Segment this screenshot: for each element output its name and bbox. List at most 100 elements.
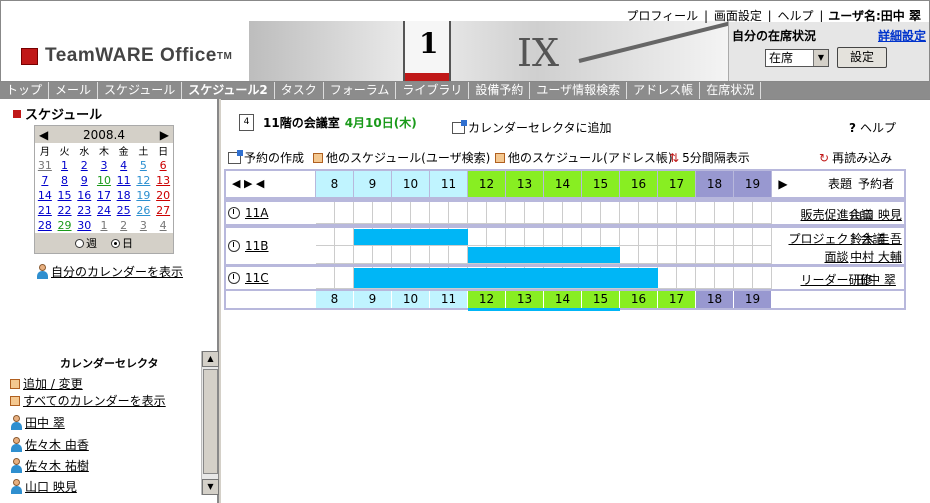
time-slot[interactable] (753, 202, 772, 224)
help-link[interactable]: ヘルプ (778, 9, 814, 23)
room-name-link[interactable]: 11B (228, 228, 269, 264)
time-slot[interactable] (753, 267, 772, 289)
selector-show-all-text[interactable]: すべてのカレンダーを表示 (23, 392, 166, 409)
time-slot[interactable] (715, 267, 734, 289)
menu-address-book[interactable]: アドレス帳 (627, 82, 701, 99)
next-month-icon[interactable]: ▶ (160, 128, 169, 142)
calendar-day[interactable]: 3 (94, 158, 114, 173)
menu-schedule[interactable]: スケジュール (98, 82, 183, 99)
booking-bar[interactable] (354, 229, 468, 245)
calendar-day[interactable]: 26 (134, 203, 154, 218)
time-slot[interactable] (335, 246, 354, 264)
time-slot[interactable] (753, 246, 772, 264)
calendar-day[interactable]: 1 (94, 218, 114, 233)
selector-user[interactable]: 山口 映見 (10, 478, 77, 495)
booking-bar[interactable] (354, 268, 658, 288)
event-booker-link[interactable]: 田中 翠 (848, 271, 904, 288)
time-slot[interactable] (506, 202, 525, 224)
time-slot[interactable] (658, 267, 677, 289)
screen-settings-link[interactable]: 画面設定 (714, 9, 762, 23)
calendar-day[interactable]: 8 (55, 173, 75, 188)
time-slot[interactable] (696, 202, 715, 224)
time-slot[interactable] (449, 246, 468, 264)
time-slot[interactable] (601, 228, 620, 246)
calendar-day[interactable]: 21 (35, 203, 55, 218)
time-slot[interactable] (734, 267, 753, 289)
five-minute-view-link[interactable]: ⇅ 5分間隔表示 (669, 149, 750, 166)
calendar-day[interactable]: 25 (114, 203, 134, 218)
calendar-day[interactable]: 4 (153, 218, 173, 233)
time-slot[interactable] (373, 246, 392, 264)
time-slot[interactable] (620, 246, 639, 264)
calendar-day[interactable]: 1 (55, 158, 75, 173)
calendar-day[interactable]: 4 (114, 158, 134, 173)
time-slot[interactable] (734, 228, 753, 246)
time-slot[interactable] (525, 202, 544, 224)
selector-user[interactable]: 佐々木 由香 (10, 436, 89, 453)
time-slot[interactable] (658, 246, 677, 264)
time-slot[interactable] (487, 228, 506, 246)
time-slot[interactable] (392, 246, 411, 264)
time-slot[interactable] (487, 202, 506, 224)
time-slot[interactable] (316, 267, 335, 289)
reload-button[interactable]: ↻ 再読み込み (819, 149, 892, 166)
menu-user-search[interactable]: ユーザ情報検索 (530, 82, 628, 99)
other-schedule-user-link[interactable]: 他のスケジュール(ユーザ検索) (313, 149, 490, 166)
time-slot[interactable] (335, 228, 354, 246)
time-slot[interactable] (354, 202, 373, 224)
selector-user[interactable]: 田中 翠 (10, 414, 65, 431)
selector-add-link[interactable]: 追加 / 変更 (10, 375, 83, 392)
time-slot[interactable] (715, 228, 734, 246)
booking-bar[interactable] (468, 247, 620, 263)
week-view-radio[interactable]: 週 (75, 235, 97, 251)
time-slot[interactable] (639, 228, 658, 246)
scroll-down-icon[interactable]: ▼ (202, 479, 219, 495)
time-slot[interactable] (468, 228, 487, 246)
other-schedule-user-text[interactable]: 他のスケジュール(ユーザ検索) (326, 149, 490, 166)
scroll-thumb[interactable] (203, 369, 218, 474)
time-slot[interactable] (715, 202, 734, 224)
time-slot[interactable] (373, 202, 392, 224)
scroll-up-icon[interactable]: ▲ (202, 351, 219, 367)
time-slot[interactable] (544, 202, 563, 224)
time-slot[interactable] (335, 202, 354, 224)
calendar-day[interactable]: 9 (74, 173, 94, 188)
time-slot[interactable] (525, 228, 544, 246)
time-slot[interactable] (582, 228, 601, 246)
calendar-day[interactable]: 23 (74, 203, 94, 218)
selector-user-name[interactable]: 田中 翠 (25, 414, 65, 431)
time-slot[interactable] (677, 228, 696, 246)
time-slot[interactable] (658, 202, 677, 224)
selector-add-text[interactable]: 追加 / 変更 (23, 375, 83, 392)
menu-schedule2[interactable]: スケジュール2 (182, 82, 275, 99)
event-booker-link[interactable]: 鈴木 圭吾 (848, 230, 904, 247)
time-slot[interactable] (392, 202, 411, 224)
time-slot[interactable] (316, 228, 335, 246)
time-slot[interactable] (601, 202, 620, 224)
calendar-day[interactable]: 13 (153, 173, 173, 188)
time-slot[interactable] (430, 246, 449, 264)
time-slot[interactable] (354, 246, 373, 264)
menu-facility[interactable]: 設備予約 (469, 82, 531, 99)
calendar-day[interactable]: 2 (74, 158, 94, 173)
calendar-day[interactable]: 3 (134, 218, 154, 233)
calendar-day[interactable]: 6 (153, 158, 173, 173)
time-slot[interactable] (316, 246, 335, 264)
prev-month-icon[interactable]: ◀ (39, 128, 48, 142)
selector-scrollbar[interactable]: ▲ ▼ (201, 351, 219, 495)
time-slot[interactable] (696, 267, 715, 289)
menu-presence[interactable]: 在席状況 (700, 82, 762, 99)
menu-library[interactable]: ライブラリ (396, 82, 470, 99)
create-booking-link[interactable]: 予約の作成 (228, 149, 304, 166)
time-slot[interactable] (734, 202, 753, 224)
time-slot[interactable] (468, 202, 487, 224)
my-calendar-link[interactable]: 自分のカレンダーを表示 (36, 263, 183, 280)
calendar-day[interactable]: 16 (74, 188, 94, 203)
time-slot[interactable] (734, 246, 753, 264)
calendar-day[interactable]: 7 (35, 173, 55, 188)
calendar-day[interactable]: 5 (134, 158, 154, 173)
room-name-link[interactable]: 11A (228, 202, 268, 224)
event-booker-link[interactable]: 中村 大輔 (848, 248, 904, 265)
selector-user-name[interactable]: 佐々木 祐樹 (25, 457, 89, 474)
event-booker-link[interactable]: 山口 映見 (848, 206, 904, 223)
